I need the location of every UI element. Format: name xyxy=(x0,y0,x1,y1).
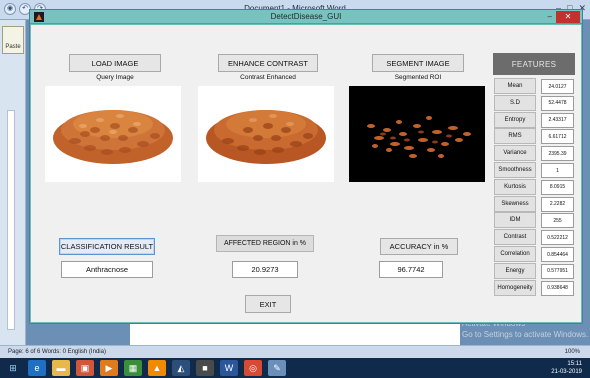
figure-titlebar: DetectDisease_GUI – ✕ xyxy=(30,10,582,24)
feature-row: Skewness 2.2282 xyxy=(494,195,578,212)
close-button[interactable]: ✕ xyxy=(556,11,580,23)
segmented-image-label: Segmented ROI xyxy=(394,74,442,81)
paste-label: Paste xyxy=(5,44,21,50)
feature-value: 2.2282 xyxy=(541,196,574,212)
word-icon[interactable]: W xyxy=(220,360,238,376)
accuracy-value: 96.7742 xyxy=(379,261,443,278)
enhanced-image xyxy=(198,86,334,182)
feature-name: Homogeneity xyxy=(494,279,536,296)
exit-button[interactable]: EXIT xyxy=(245,295,291,313)
detect-disease-window: DetectDisease_GUI – ✕ LOAD IMAGE ENHANCE… xyxy=(29,9,583,324)
store-icon[interactable]: ▣ xyxy=(76,360,94,376)
feature-row: Entropy 2.43317 xyxy=(494,111,578,128)
feature-row: IDM 255 xyxy=(494,212,578,229)
clock-date: 21-03-2019 xyxy=(551,369,582,375)
edge-icon[interactable]: e xyxy=(28,360,46,376)
feature-name: Kurtosis xyxy=(494,178,536,195)
figure-title: DetectDisease_GUI xyxy=(270,12,342,21)
vertical-ruler xyxy=(7,110,15,330)
feature-name: RMS xyxy=(494,128,536,145)
feature-name: Entropy xyxy=(494,111,536,128)
feature-row: S.D 52.4478 xyxy=(494,94,578,111)
taskbar-clock[interactable]: 15:11 21-03-2019 xyxy=(551,360,582,376)
app-icon[interactable]: ■ xyxy=(196,360,214,376)
feature-row: RMS 6.61712 xyxy=(494,128,578,145)
feature-row: Correlation 0.854464 xyxy=(494,246,578,262)
figure-body: LOAD IMAGE ENHANCE CONTRAST SEGMENT IMAG… xyxy=(31,25,581,322)
feature-row: Energy 0.577951 xyxy=(494,262,578,279)
feature-value: 24.0127 xyxy=(541,79,574,94)
feature-row: Mean 24.0127 xyxy=(494,78,578,94)
word-statusbar: Page: 6 of 6 Words: 0 English (India) 10… xyxy=(0,345,590,358)
enhanced-image-label: Contrast Enhanced xyxy=(240,74,296,81)
feature-name: Correlation xyxy=(494,246,536,262)
file-explorer-icon[interactable]: ▬ xyxy=(52,360,70,376)
feature-name: Mean xyxy=(494,78,536,94)
feature-value: 8.0915 xyxy=(541,179,574,195)
feature-value: 2395.39 xyxy=(541,146,574,162)
start-icon[interactable]: ⊞ xyxy=(4,360,22,376)
clock-time: 15:11 xyxy=(567,361,582,367)
feature-value: 52.4478 xyxy=(541,95,574,111)
feature-name: Energy xyxy=(494,262,536,279)
feature-value: 2.43317 xyxy=(541,112,574,128)
feature-name: Variance xyxy=(494,145,536,162)
word-status-text: Page: 6 of 6 Words: 0 English (India) xyxy=(8,349,106,355)
query-image-label: Query Image xyxy=(96,74,134,81)
feature-name: Contrast xyxy=(494,229,536,246)
affected-region-value: 20.9273 xyxy=(232,261,298,278)
features-header: FEATURES xyxy=(493,53,575,75)
feature-row: Smoothness 1 xyxy=(494,162,578,178)
word-ribbon-left: Paste xyxy=(0,20,26,345)
feature-value: 0.522212 xyxy=(541,230,574,246)
feature-row: Contrast 0.522212 xyxy=(494,229,578,246)
query-image xyxy=(45,86,181,182)
watermark-line-2: Go to Settings to activate Windows. xyxy=(462,330,589,339)
feature-name: IDM xyxy=(494,212,536,229)
feature-row: Kurtosis 8.0915 xyxy=(494,178,578,195)
windows-taskbar: ⊞ e ▬ ▣ ▶ ▦ ▲ ◭ ■ W ◎ ✎ 15:11 21-03-2019 xyxy=(0,358,590,378)
feature-value: 6.61712 xyxy=(541,129,574,145)
segment-image-button[interactable]: SEGMENT IMAGE xyxy=(372,54,464,72)
feature-row: Homogeneity 0.938648 xyxy=(494,279,578,296)
classification-result-button[interactable]: CLASSIFICATION RESULT xyxy=(59,238,155,255)
calculator-icon[interactable]: ▦ xyxy=(124,360,142,376)
word-document-page[interactable] xyxy=(130,322,460,345)
feature-row: Variance 2395.39 xyxy=(494,145,578,162)
classification-value: Anthracnose xyxy=(61,261,153,278)
load-image-button[interactable]: LOAD IMAGE xyxy=(69,54,161,72)
feature-value: 0.854464 xyxy=(541,247,574,262)
feature-value: 255 xyxy=(541,213,574,229)
vlc-icon[interactable]: ▲ xyxy=(148,360,166,376)
feature-value: 0.938648 xyxy=(541,280,574,296)
minimize-icon[interactable]: – xyxy=(548,12,552,21)
paint-icon[interactable]: ✎ xyxy=(268,360,286,376)
chrome-icon[interactable]: ◎ xyxy=(244,360,262,376)
segmented-roi-image xyxy=(349,86,485,182)
zoom-level[interactable]: 100% xyxy=(565,349,580,355)
feature-name: Skewness xyxy=(494,195,536,212)
accuracy-button[interactable]: ACCURACY in % xyxy=(380,238,458,255)
enhance-contrast-button[interactable]: ENHANCE CONTRAST xyxy=(218,54,318,72)
paste-button[interactable]: Paste xyxy=(2,26,24,54)
feature-value: 1 xyxy=(541,163,574,178)
matlab-icon[interactable]: ◭ xyxy=(172,360,190,376)
feature-value: 0.577951 xyxy=(541,263,574,279)
media-icon[interactable]: ▶ xyxy=(100,360,118,376)
affected-region-header: AFFECTED REGION in % xyxy=(216,235,314,252)
feature-name: S.D xyxy=(494,94,536,111)
feature-name: Smoothness xyxy=(494,162,536,178)
